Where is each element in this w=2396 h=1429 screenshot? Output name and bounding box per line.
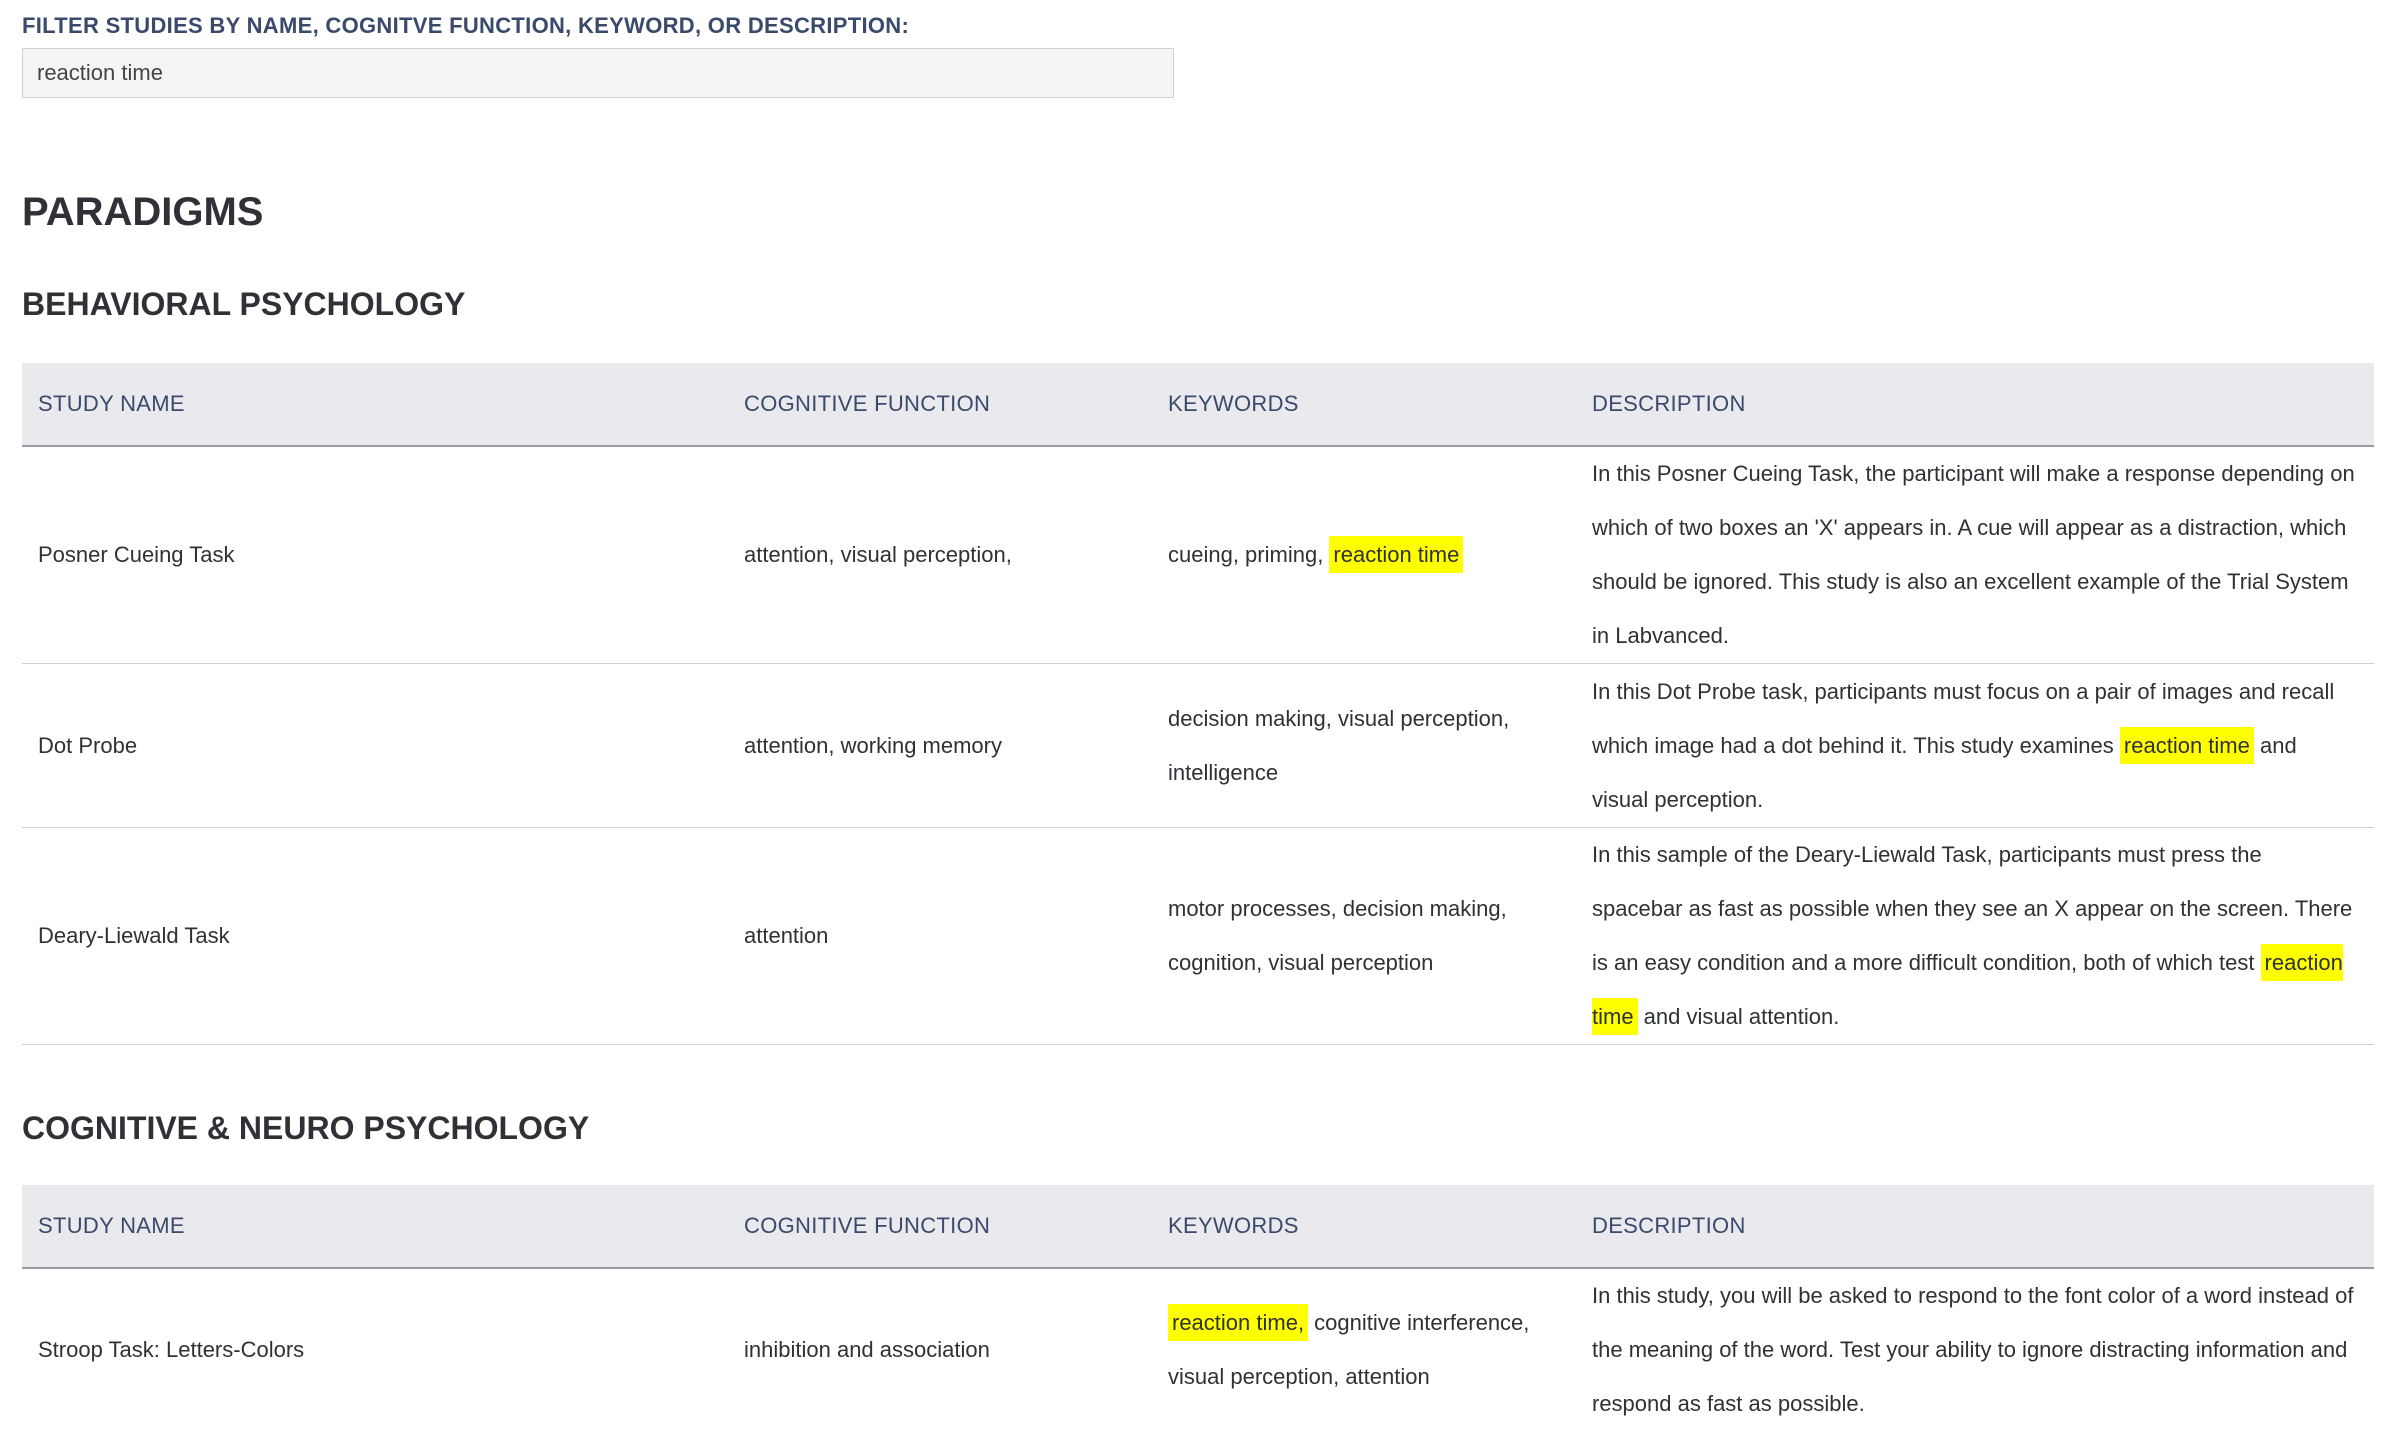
- keywords-cell: reaction time, cognitive interference, v…: [1152, 1268, 1576, 1429]
- section-title-cognitive-neuro: COGNITIVE & NEURO PSYCHOLOGY: [22, 1110, 590, 1146]
- table-header-row: STUDY NAME COGNITIVE FUNCTION KEYWORDS D…: [22, 363, 2374, 447]
- cognitive-function-cell: attention: [728, 827, 1152, 1045]
- studies-table-cognitive-neuro: STUDY NAME COGNITIVE FUNCTION KEYWORDS D…: [22, 1185, 2374, 1429]
- description-cell: In this sample of the Deary-Liewald Task…: [1576, 827, 2374, 1045]
- keywords-text: motor processes, decision making, cognit…: [1168, 896, 1507, 975]
- description-text: In this study, you will be asked to resp…: [1592, 1283, 2354, 1417]
- filter-search-input[interactable]: [22, 48, 1174, 98]
- description-text-after: and visual attention.: [1637, 1004, 1840, 1029]
- keywords-cell: motor processes, decision making, cognit…: [1152, 827, 1576, 1045]
- search-match-highlight: reaction time: [2119, 726, 2254, 764]
- table-row[interactable]: Deary-Liewald Task attention motor proce…: [22, 827, 2374, 1045]
- study-name-cell[interactable]: Stroop Task: Letters-Colors: [22, 1268, 728, 1429]
- column-header-keywords[interactable]: KEYWORDS: [1152, 1185, 1576, 1269]
- column-header-study-name[interactable]: STUDY NAME: [22, 1185, 728, 1269]
- keywords-text: cueing, priming,: [1168, 542, 1330, 567]
- search-match-highlight: reaction time,: [1168, 1304, 1309, 1342]
- study-name-cell[interactable]: Posner Cueing Task: [22, 446, 728, 664]
- column-header-description[interactable]: DESCRIPTION: [1576, 1185, 2374, 1269]
- column-header-cognitive-function[interactable]: COGNITIVE FUNCTION: [728, 1185, 1152, 1269]
- study-name-cell[interactable]: Deary-Liewald Task: [22, 827, 728, 1045]
- table-row[interactable]: Dot Probe attention, working memory deci…: [22, 663, 2374, 828]
- studies-table-behavioral: STUDY NAME COGNITIVE FUNCTION KEYWORDS D…: [22, 363, 2374, 1045]
- table-row[interactable]: Posner Cueing Task attention, visual per…: [22, 446, 2374, 664]
- cognitive-function-cell: attention, visual perception,: [728, 446, 1152, 664]
- column-header-study-name[interactable]: STUDY NAME: [22, 363, 728, 447]
- description-cell: In this Posner Cueing Task, the particip…: [1576, 446, 2374, 664]
- section-title-behavioral: BEHAVIORAL PSYCHOLOGY: [22, 286, 466, 322]
- description-text: In this sample of the Deary-Liewald Task…: [1592, 842, 2353, 975]
- search-match-highlight: reaction time: [1329, 536, 1464, 573]
- filter-label: FILTER STUDIES BY NAME, COGNITVE FUNCTIO…: [22, 13, 910, 38]
- cognitive-function-cell: attention, working memory: [728, 663, 1152, 828]
- table-row[interactable]: Stroop Task: Letters-Colors inhibition a…: [22, 1268, 2374, 1429]
- description-cell: In this Dot Probe task, participants mus…: [1576, 663, 2374, 828]
- column-header-keywords[interactable]: KEYWORDS: [1152, 363, 1576, 447]
- table-header-row: STUDY NAME COGNITIVE FUNCTION KEYWORDS D…: [22, 1185, 2374, 1269]
- keywords-text: decision making, visual perception, inte…: [1168, 705, 1510, 785]
- study-name-cell[interactable]: Dot Probe: [22, 663, 728, 828]
- cognitive-function-cell: inhibition and association: [728, 1268, 1152, 1429]
- column-header-cognitive-function[interactable]: COGNITIVE FUNCTION: [728, 363, 1152, 447]
- description-text: In this Posner Cueing Task, the particip…: [1592, 461, 2355, 648]
- page-title: PARADIGMS: [22, 190, 264, 234]
- column-header-description[interactable]: DESCRIPTION: [1576, 363, 2374, 447]
- keywords-cell: decision making, visual perception, inte…: [1152, 663, 1576, 828]
- keywords-cell: cueing, priming, reaction time: [1152, 446, 1576, 664]
- description-cell: In this study, you will be asked to resp…: [1576, 1268, 2374, 1429]
